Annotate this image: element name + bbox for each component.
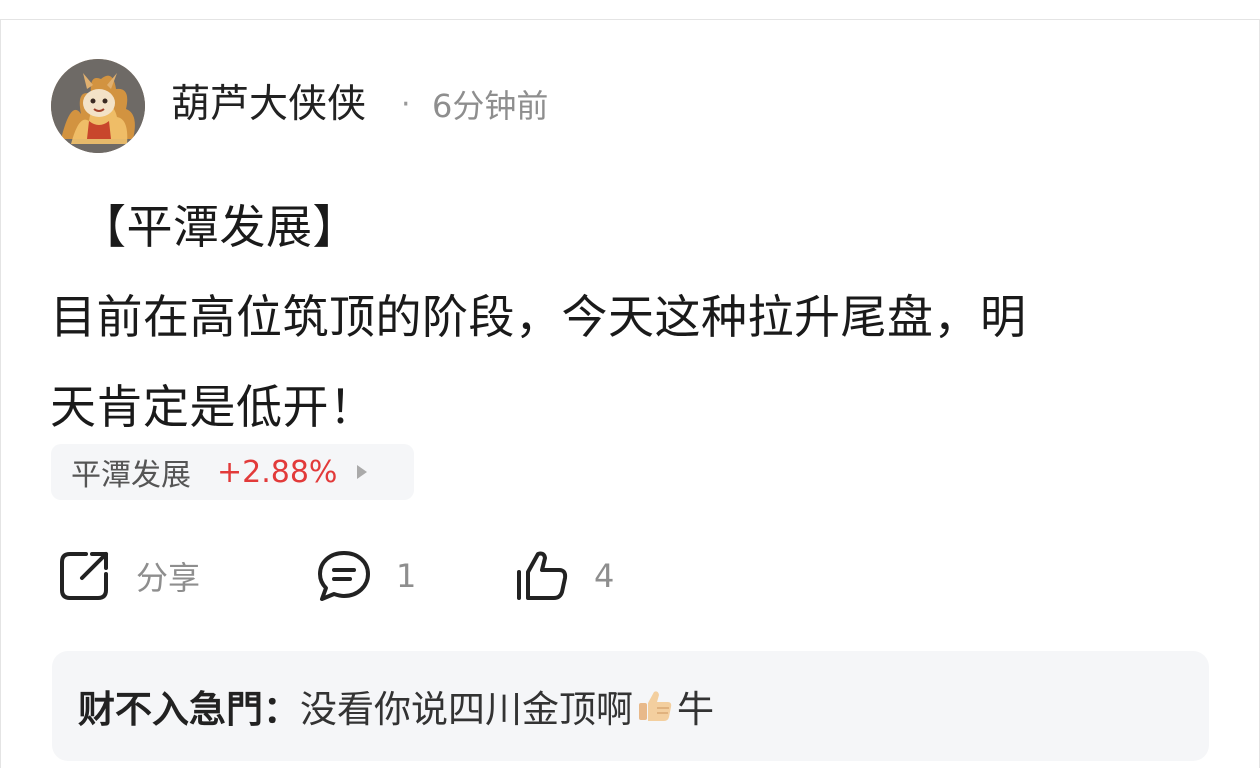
like-count: 4 [594, 557, 615, 595]
stock-change: +2.88% [217, 454, 338, 490]
share-label: 分享 [136, 559, 201, 597]
post-content: 【平潭发展】 目前在高位筑顶的阶段，今天这种拉升尾盘，明 天肯定是低开！ [50, 182, 1190, 452]
comment-text-tail: 牛 [677, 688, 714, 731]
top-divider [0, 19, 1260, 20]
avatar[interactable] [51, 59, 145, 153]
post-body-line: 天肯定是低开！ [50, 380, 376, 434]
comment-text: 没看你说四川金顶啊 [300, 688, 633, 731]
comment-count: 1 [396, 557, 417, 595]
meta-separator: · [401, 87, 411, 122]
comment-author[interactable]: 财不入急門： [78, 679, 300, 733]
post-time: 6分钟前 [432, 87, 549, 125]
comment-button[interactable]: 1 [316, 548, 416, 604]
left-border [0, 19, 1, 768]
post-title: 【平潭发展】 [80, 200, 359, 254]
comment-bubble-icon [318, 551, 370, 601]
post-body-line: 目前在高位筑顶的阶段，今天这种拉升尾盘，明 [50, 290, 1027, 344]
thumbs-up-icon [517, 551, 568, 600]
share-button[interactable]: 分享 [56, 548, 200, 604]
thumbs-up-emoji-icon [639, 691, 672, 721]
share-icon [60, 552, 108, 600]
author-name[interactable]: 葫芦大侠侠 [171, 80, 366, 130]
chevron-right-icon [357, 465, 368, 479]
stock-tag[interactable]: 平潭发展 +2.88% [51, 444, 414, 500]
stock-name: 平潭发展 [71, 458, 191, 493]
comment-preview[interactable]: 财不入急門： 没看你说四川金顶啊 牛 [52, 651, 1209, 761]
like-button[interactable]: 4 [514, 548, 614, 604]
